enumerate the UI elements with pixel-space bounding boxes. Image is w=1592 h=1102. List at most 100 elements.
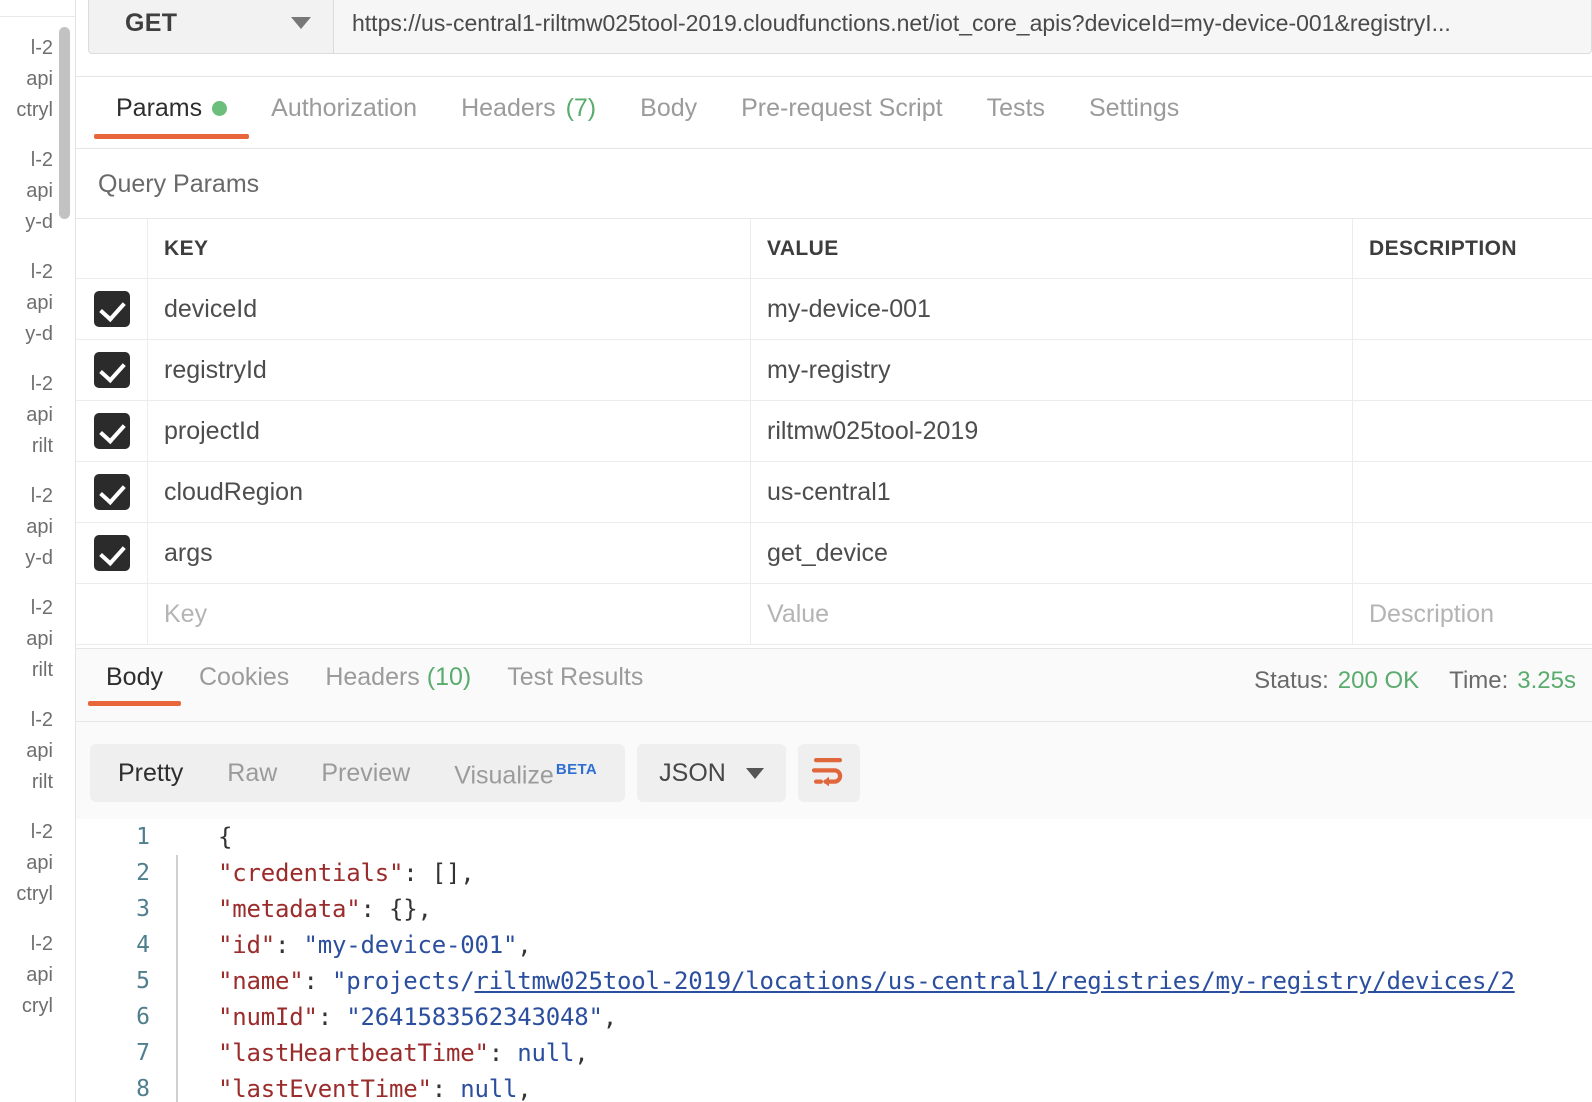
response-meta: Status: 200 OK Time: 3.25s <box>1254 667 1576 695</box>
sidebar-item[interactable]: l-2 api rilt <box>0 584 62 696</box>
fold-guide <box>176 999 178 1035</box>
word-wrap-button[interactable] <box>797 744 860 802</box>
content-type-select[interactable]: JSON <box>637 744 786 802</box>
param-enabled-cell[interactable] <box>76 523 148 583</box>
code-text: "id": "my-device-001", <box>218 931 532 959</box>
response-tab-body[interactable]: Body <box>88 661 181 706</box>
param-enabled-cell[interactable] <box>76 462 148 522</box>
param-value-cell[interactable]: riltmw025tool-2019 <box>751 401 1353 461</box>
sidebar-item-line: api <box>26 404 53 426</box>
param-value-cell[interactable]: my-registry <box>751 340 1353 400</box>
code-token: : <box>488 1039 518 1067</box>
response-body-code[interactable]: 1{2 "credentials": [], 3 "metadata": {}, 4 "i… <box>76 819 1592 1102</box>
format-button-pretty[interactable]: Pretty <box>96 744 205 802</box>
code-token: , <box>517 1075 532 1102</box>
sidebar-item-line: api <box>26 628 53 650</box>
param-key-cell-text: projectId <box>164 416 260 445</box>
param-value-cell[interactable]: get_device <box>751 523 1353 583</box>
sidebar-item[interactable]: l-2 api y-d <box>0 472 62 584</box>
param-value-cell[interactable]: my-device-001 <box>751 279 1353 339</box>
code-token[interactable]: riltmw025tool-2019/locations/us-central1… <box>475 967 1515 995</box>
param-value-cell-text: riltmw025tool-2019 <box>767 416 979 445</box>
sidebar-scrollbar-thumb[interactable] <box>59 27 70 219</box>
format-button-visualize[interactable]: Visualize BETA <box>432 741 619 804</box>
sidebar-item-line: api <box>26 516 53 538</box>
param-description-cell[interactable] <box>1353 523 1592 583</box>
sidebar-item[interactable]: l-2 api rilt <box>0 360 62 472</box>
fold-guide <box>176 819 178 855</box>
time-label: Time: <box>1449 667 1509 694</box>
column-header-key[interactable]: KEY <box>148 219 751 278</box>
fold-guide <box>176 963 178 999</box>
new-param-key-input[interactable]: Key <box>148 584 751 644</box>
tab-params[interactable]: Params <box>94 92 250 139</box>
sidebar-item[interactable]: l-2 api y-d <box>0 136 62 248</box>
tab-body[interactable]: Body <box>618 92 719 139</box>
code-token: "projects/ <box>332 967 475 995</box>
param-enabled-cell[interactable] <box>76 401 148 461</box>
param-description-cell[interactable] <box>1353 462 1592 522</box>
sidebar-item-line: api <box>26 68 53 90</box>
param-key-cell[interactable]: args <box>148 523 751 583</box>
code-text: { <box>218 823 232 851</box>
checkbox-icon[interactable] <box>93 535 130 571</box>
sidebar-item[interactable]: l-2 api ctryl <box>0 808 62 920</box>
param-key-cell[interactable]: deviceId <box>148 279 751 339</box>
column-header-key-text: KEY <box>164 236 209 260</box>
param-key-cell[interactable]: registryId <box>148 340 751 400</box>
format-button-raw[interactable]: Raw <box>205 744 299 802</box>
tab-authorization[interactable]: Authorization <box>249 92 439 139</box>
sidebar-item-line: l-2 <box>30 597 53 619</box>
format-button-group: Pretty Raw Preview Visualize BETA <box>90 741 626 804</box>
param-value-cell[interactable]: us-central1 <box>751 462 1353 522</box>
code-line: 3 "metadata": {}, <box>76 891 1592 927</box>
tab-pre-request-script[interactable]: Pre-request Script <box>719 92 964 139</box>
tab-settings[interactable]: Settings <box>1067 92 1201 139</box>
new-param-description-input[interactable]: Description <box>1353 584 1592 644</box>
query-params-table: KEY VALUE DESCRIPTION deviceId my-device-001… <box>76 218 1592 645</box>
sidebar-item[interactable]: l-2 api y-d <box>0 248 62 360</box>
param-key-cell[interactable]: cloudRegion <box>148 462 751 522</box>
sidebar-item-line: api <box>26 852 53 874</box>
response-tab-headers[interactable]: Headers (10) <box>307 661 489 706</box>
tab-label: Params <box>116 94 203 122</box>
param-enabled-cell[interactable] <box>76 340 148 400</box>
code-line: 8 "lastEventTime": null, <box>76 1071 1592 1102</box>
param-enabled-cell[interactable] <box>76 279 148 339</box>
format-button-label: Raw <box>227 759 278 787</box>
code-token: , <box>460 859 475 887</box>
param-description-cell[interactable] <box>1353 279 1592 339</box>
code-token: "numId" <box>218 1003 318 1031</box>
code-line: 5 "name": "projects/riltmw025tool-2019/lo… <box>76 963 1592 999</box>
param-value-cell-text: my-device-001 <box>767 294 931 323</box>
sidebar-item[interactable]: l-2 api cryl <box>0 920 62 1032</box>
tab-headers[interactable]: Headers (7) <box>439 92 618 139</box>
format-button-preview[interactable]: Preview <box>299 744 432 802</box>
line-number: 6 <box>136 1004 150 1030</box>
param-description-cell[interactable] <box>1353 401 1592 461</box>
sidebar-scrollbar[interactable] <box>59 0 73 1102</box>
param-description-cell[interactable] <box>1353 340 1592 400</box>
checkbox-icon[interactable] <box>93 352 130 388</box>
url-input[interactable]: https://us-central1-riltmw025tool-2019.c… <box>334 0 1592 54</box>
column-header-description[interactable]: DESCRIPTION <box>1353 219 1592 278</box>
param-enabled-cell-empty[interactable] <box>76 584 148 644</box>
new-param-value-input[interactable]: Value <box>751 584 1353 644</box>
tab-count: (7) <box>565 94 597 122</box>
checkbox-icon[interactable] <box>93 291 130 327</box>
column-header-value[interactable]: VALUE <box>751 219 1353 278</box>
tab-tests[interactable]: Tests <box>965 92 1067 139</box>
checkbox-icon[interactable] <box>93 474 130 510</box>
param-key-cell[interactable]: projectId <box>148 401 751 461</box>
http-method-selector[interactable]: GET <box>88 0 334 54</box>
response-tab-label: Body <box>106 663 163 691</box>
response-tab-cookies[interactable]: Cookies <box>181 661 307 706</box>
param-key-cell-text: registryId <box>164 355 267 384</box>
column-header-value-text: VALUE <box>767 236 839 260</box>
sidebar-item[interactable]: l-2 api rilt <box>0 696 62 808</box>
checkbox-icon[interactable] <box>93 413 130 449</box>
select-all-cell[interactable] <box>76 219 148 278</box>
sidebar-item-line: rilt <box>31 435 53 457</box>
sidebar-item[interactable]: l-2 api ctryl <box>0 24 62 136</box>
response-tab-test-results[interactable]: Test Results <box>489 661 661 706</box>
